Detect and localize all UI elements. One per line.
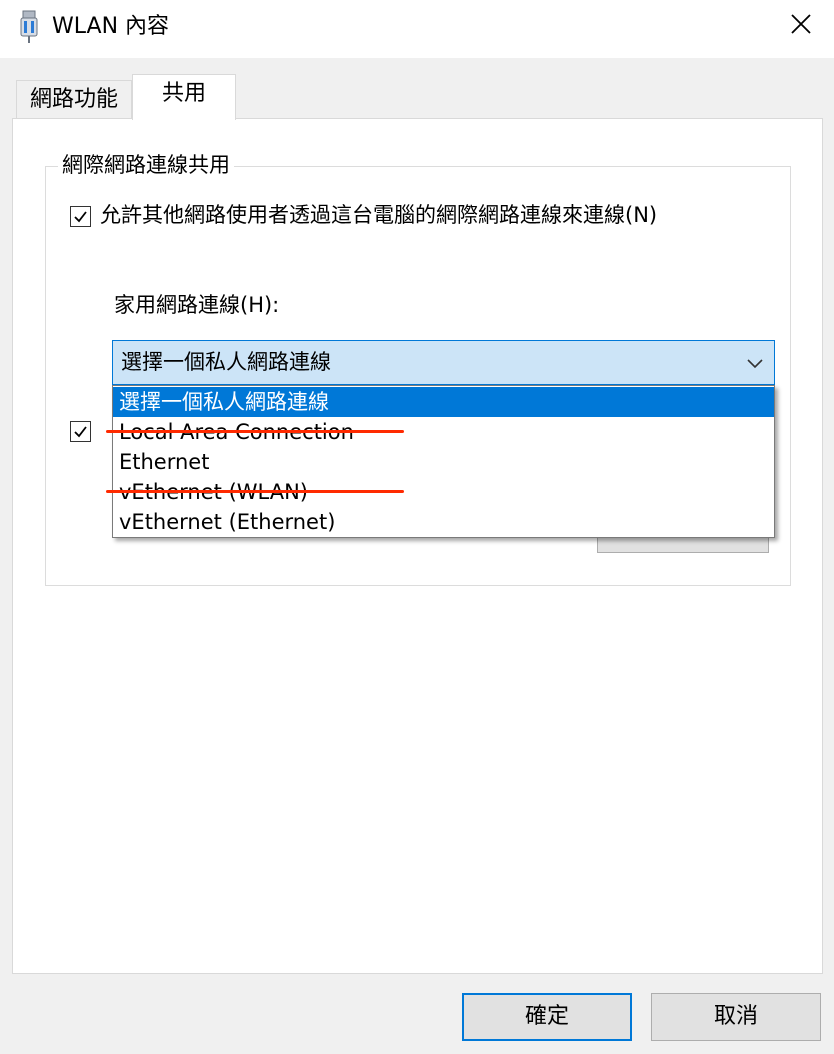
allow-sharing-label[interactable]: 允許其他網路使用者透過這台電腦的網際網路連線來連線(N) <box>100 201 657 229</box>
ics-group-title: 網際網路連線共用 <box>58 151 234 179</box>
close-button[interactable] <box>768 0 834 52</box>
tab-networking[interactable]: 網路功能 <box>16 80 132 118</box>
network-adapter-icon <box>18 10 40 44</box>
dropdown-option[interactable]: 選擇一個私人網路連線 <box>113 387 774 417</box>
chevron-down-icon <box>746 355 764 374</box>
title-bar: WLAN 內容 <box>0 0 834 58</box>
close-icon <box>790 13 812 39</box>
allow-control-checkbox[interactable] <box>70 421 91 442</box>
window-title: WLAN 內容 <box>52 14 170 39</box>
strikethrough-annotation <box>106 490 404 493</box>
home-network-select-value: 選擇一個私人網路連線 <box>121 350 331 374</box>
cancel-button[interactable]: 取消 <box>651 993 821 1041</box>
dropdown-option[interactable]: Ethernet <box>113 447 774 477</box>
strikethrough-annotation <box>106 430 404 433</box>
home-network-select[interactable]: 選擇一個私人網路連線 <box>112 340 775 385</box>
dropdown-option[interactable]: vEthernet (Ethernet) <box>113 507 774 537</box>
ok-button[interactable]: 確定 <box>462 993 632 1041</box>
tab-sharing[interactable]: 共用 <box>132 74 236 120</box>
allow-sharing-checkbox[interactable] <box>70 206 91 227</box>
home-network-dropdown: 選擇一個私人網路連線 Local Area Connection Etherne… <box>112 385 775 538</box>
home-network-label: 家用網路連線(H): <box>114 293 280 317</box>
